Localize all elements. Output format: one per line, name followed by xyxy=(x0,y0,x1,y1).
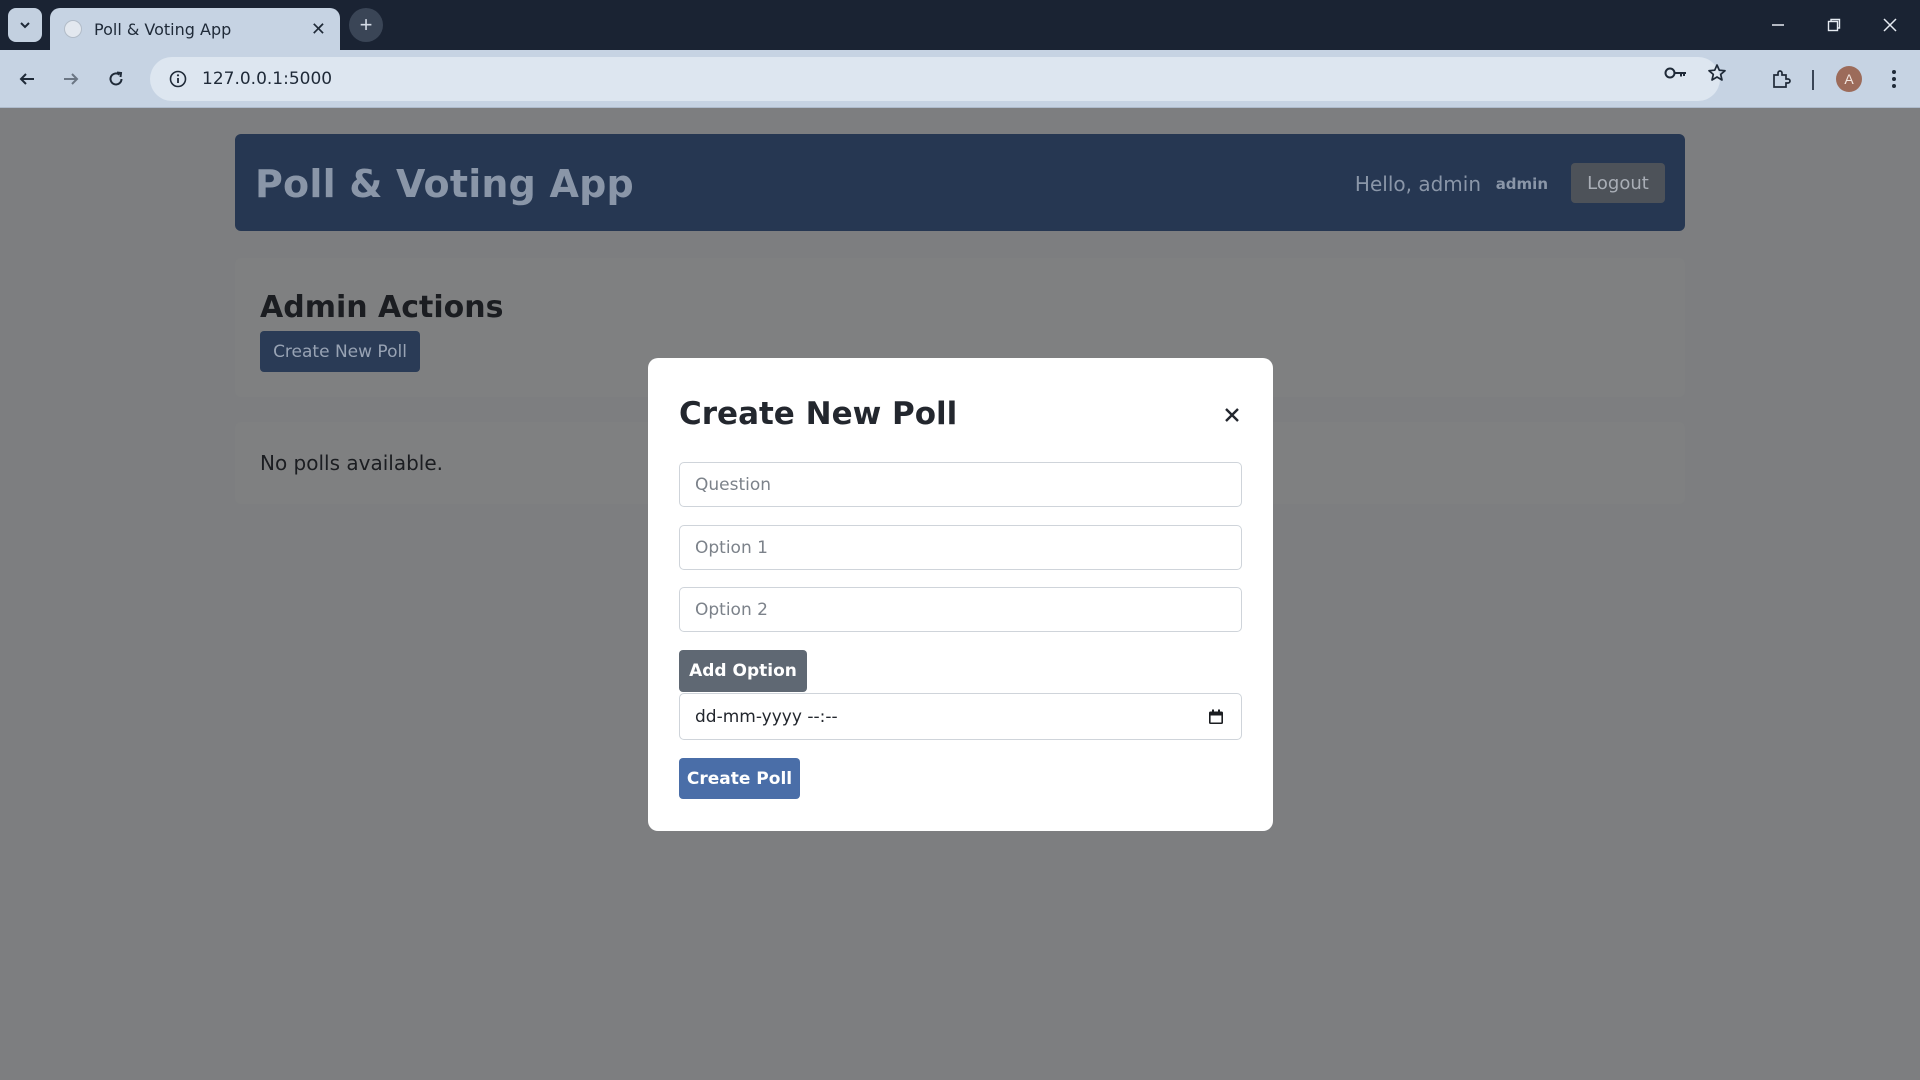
minimize-icon xyxy=(1772,24,1784,26)
modal-title: Create New Poll xyxy=(679,396,958,432)
calendar-icon[interactable] xyxy=(1206,707,1226,727)
back-button[interactable] xyxy=(8,60,46,98)
tab-title: Poll & Voting App xyxy=(94,19,232,39)
tab-search-button[interactable] xyxy=(8,8,42,42)
close-icon xyxy=(1225,408,1239,422)
reload-button[interactable] xyxy=(97,60,135,98)
browser-toolbar: 127.0.0.1:5000 A xyxy=(0,50,1920,108)
create-poll-submit-button[interactable]: Create Poll xyxy=(679,758,800,799)
app-header: Poll & Voting App Hello, admin admin Log… xyxy=(235,134,1685,231)
globe-icon xyxy=(64,20,82,38)
create-new-poll-button[interactable]: Create New Poll xyxy=(260,331,420,372)
empty-polls-text: No polls available. xyxy=(260,451,444,475)
restore-icon xyxy=(1827,18,1841,32)
restore-button[interactable] xyxy=(1806,0,1862,50)
key-icon[interactable] xyxy=(1661,58,1691,88)
address-bar[interactable]: 127.0.0.1:5000 xyxy=(150,57,1720,101)
close-icon xyxy=(1883,18,1897,32)
page-overlay[interactable]: Poll & Voting App Hello, admin admin Log… xyxy=(0,108,1920,1080)
toolbar-divider xyxy=(1812,70,1814,90)
close-modal-button[interactable] xyxy=(1221,404,1243,426)
create-poll-modal: Create New Poll Add Option dd-mm-yyyy --… xyxy=(648,358,1273,831)
url-text: 127.0.0.1:5000 xyxy=(202,69,333,89)
extensions-icon[interactable] xyxy=(1762,60,1800,98)
site-info-icon[interactable] xyxy=(166,67,190,91)
star-icon[interactable] xyxy=(1702,58,1732,88)
reload-icon xyxy=(109,71,123,86)
chevron-down-icon xyxy=(20,22,30,29)
close-window-button[interactable] xyxy=(1862,0,1918,50)
datetime-value: dd-mm-yyyy --:-- xyxy=(695,706,838,727)
new-tab-button[interactable]: + xyxy=(349,8,383,42)
option-2-input[interactable] xyxy=(679,587,1242,632)
arrow-left-icon xyxy=(19,73,34,85)
admin-actions-heading: Admin Actions xyxy=(260,290,504,325)
close-tab-icon[interactable]: ✕ xyxy=(311,19,326,40)
add-option-button[interactable]: Add Option xyxy=(679,650,807,692)
plus-icon: + xyxy=(359,12,373,37)
arrow-right-icon xyxy=(64,73,79,85)
browser-tab-bar: Poll & Voting App ✕ + xyxy=(0,0,1920,50)
forward-button[interactable] xyxy=(52,60,90,98)
greeting-text: Hello, admin xyxy=(1354,172,1481,196)
question-input[interactable] xyxy=(679,462,1242,507)
more-menu-icon[interactable] xyxy=(1875,60,1913,98)
role-badge: admin xyxy=(1495,175,1548,193)
logout-button[interactable]: Logout xyxy=(1571,163,1665,203)
minimize-button[interactable] xyxy=(1750,0,1806,50)
option-1-input[interactable] xyxy=(679,525,1242,570)
profile-avatar[interactable]: A xyxy=(1836,66,1862,92)
end-datetime-input[interactable]: dd-mm-yyyy --:-- xyxy=(679,693,1242,740)
browser-tab[interactable]: Poll & Voting App ✕ xyxy=(50,8,340,50)
app-title: Poll & Voting App xyxy=(255,162,634,206)
